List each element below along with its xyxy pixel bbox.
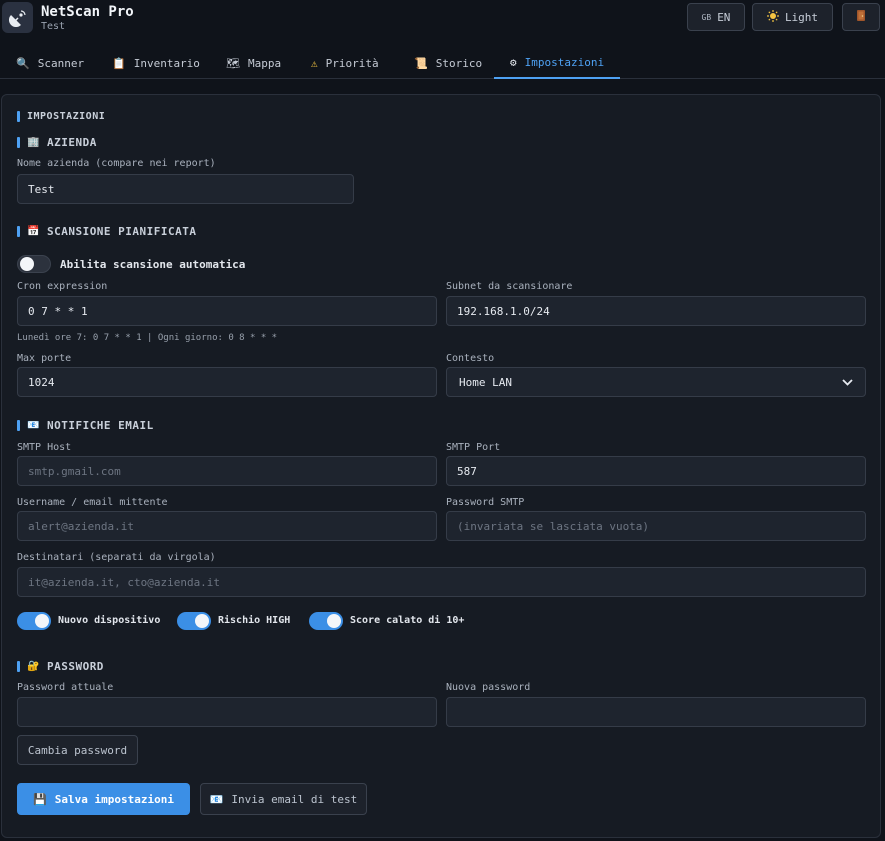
- tab-priorita[interactable]: ⚠ Priorità: [311, 47, 379, 79]
- chevron-down-icon: [842, 376, 853, 389]
- notify-score-drop-toggle[interactable]: [309, 612, 343, 630]
- smtp-user-label: Username / email mittente: [17, 497, 168, 508]
- tab-inventario[interactable]: 📋 Inventario: [112, 47, 200, 79]
- building-icon: 🏢: [27, 137, 40, 148]
- warning-icon: ⚠: [311, 56, 318, 70]
- auto-scan-label: Abilita scansione automatica: [60, 258, 246, 271]
- tab-storico[interactable]: 📜 Storico: [414, 47, 482, 79]
- tab-label: Priorità: [325, 56, 379, 70]
- lock-icon: 🔐: [27, 661, 40, 672]
- envelope-icon: 📧: [209, 792, 224, 806]
- satellite-dish-logo-icon: [2, 2, 33, 33]
- toggle-knob: [20, 257, 34, 271]
- settings-heading: IMPOSTAZIONI: [17, 111, 105, 122]
- app-title: NetScan Pro: [41, 4, 134, 20]
- toggle-knob: [327, 614, 341, 628]
- subnet-input[interactable]: [446, 296, 866, 326]
- current-password-input[interactable]: [17, 697, 437, 727]
- theme-toggle-button[interactable]: Light: [752, 3, 833, 31]
- smtp-host-input[interactable]: [17, 456, 437, 486]
- new-password-input[interactable]: [446, 697, 866, 727]
- current-password-label: Password attuale: [17, 682, 114, 693]
- cron-input[interactable]: [17, 296, 437, 326]
- section-company: 🏢 AZIENDA: [17, 136, 97, 149]
- smtp-password-input[interactable]: [446, 511, 866, 541]
- envelope-icon: 📧: [27, 420, 40, 431]
- company-name-label: Nome azienda (compare nei report): [17, 158, 216, 169]
- settings-panel: IMPOSTAZIONI 🏢 AZIENDA Nome azienda (com…: [1, 94, 881, 838]
- map-icon: 🗺: [226, 56, 240, 70]
- save-settings-button[interactable]: 💾 Salva impostazioni: [17, 783, 190, 815]
- calendar-icon: 📅: [27, 226, 40, 237]
- language-label: EN: [717, 10, 731, 24]
- language-button[interactable]: GB EN: [687, 3, 745, 31]
- sun-icon: [766, 9, 779, 25]
- app-subtitle: Test: [41, 21, 66, 32]
- door-icon: [856, 9, 866, 25]
- notify-high-risk-label: Rischio HIGH: [218, 615, 291, 626]
- max-ports-label: Max porte: [17, 353, 72, 364]
- tab-label: Inventario: [133, 56, 200, 70]
- section-email-notifications: 📧 NOTIFICHE EMAIL: [17, 419, 154, 432]
- scroll-icon: 📜: [414, 56, 428, 70]
- context-label: Contesto: [446, 353, 495, 364]
- tab-label: Impostazioni: [524, 55, 605, 69]
- section-password: 🔐 PASSWORD: [17, 660, 104, 673]
- smtp-port-input[interactable]: [446, 456, 866, 486]
- tab-scanner[interactable]: 🔍 Scanner: [16, 47, 84, 79]
- notify-new-device-label: Nuovo dispositivo: [58, 615, 161, 626]
- subnet-label: Subnet da scansionare: [446, 281, 573, 292]
- notify-new-device-toggle[interactable]: [17, 612, 51, 630]
- auto-scan-toggle[interactable]: [17, 255, 51, 273]
- section-scheduled-scan: 📅 SCANSIONE PIANIFICATA: [17, 225, 197, 238]
- tab-label: Storico: [435, 56, 483, 70]
- main-tabs: 🔍 Scanner 📋 Inventario 🗺 Mappa ⚠ Priorit…: [0, 47, 885, 79]
- smtp-user-input[interactable]: [17, 511, 437, 541]
- gear-icon: ⚙: [510, 55, 517, 69]
- recipients-label: Destinatari (separati da virgola): [17, 552, 216, 563]
- context-selected-value: Home LAN: [459, 375, 512, 389]
- cron-hint: Lunedì ore 7: 0 7 * * 1 | Ogni giorno: 0…: [17, 333, 278, 343]
- new-password-label: Nuova password: [446, 682, 531, 693]
- logout-button[interactable]: [842, 3, 880, 31]
- app-header: NetScan Pro Test GB EN Light: [0, 0, 885, 44]
- floppy-disk-icon: 💾: [33, 792, 47, 806]
- notify-high-risk-toggle[interactable]: [177, 612, 211, 630]
- cron-label: Cron expression: [17, 281, 108, 292]
- context-select[interactable]: Home LAN: [446, 367, 866, 397]
- recipients-input[interactable]: [17, 567, 866, 597]
- smtp-port-label: SMTP Port: [446, 442, 501, 453]
- smtp-password-label: Password SMTP: [446, 497, 525, 508]
- send-test-email-button[interactable]: 📧 Invia email di test: [200, 783, 367, 815]
- tab-mappa[interactable]: 🗺 Mappa: [226, 47, 281, 79]
- tab-label: Mappa: [247, 56, 282, 70]
- smtp-host-label: SMTP Host: [17, 442, 72, 453]
- toggle-knob: [195, 614, 209, 628]
- company-name-input[interactable]: [17, 174, 354, 204]
- magnifier-icon: 🔍: [16, 56, 30, 70]
- toggle-knob: [35, 614, 49, 628]
- theme-label: Light: [784, 10, 819, 24]
- uk-flag-icon: GB: [701, 12, 712, 22]
- tab-label: Scanner: [37, 56, 85, 70]
- max-ports-input[interactable]: [17, 367, 437, 397]
- tab-impostazioni[interactable]: ⚙ Impostazioni: [494, 47, 620, 79]
- clipboard-icon: 📋: [112, 56, 126, 70]
- change-password-button[interactable]: Cambia password: [17, 735, 138, 765]
- notify-score-drop-label: Score calato di 10+: [350, 615, 465, 626]
